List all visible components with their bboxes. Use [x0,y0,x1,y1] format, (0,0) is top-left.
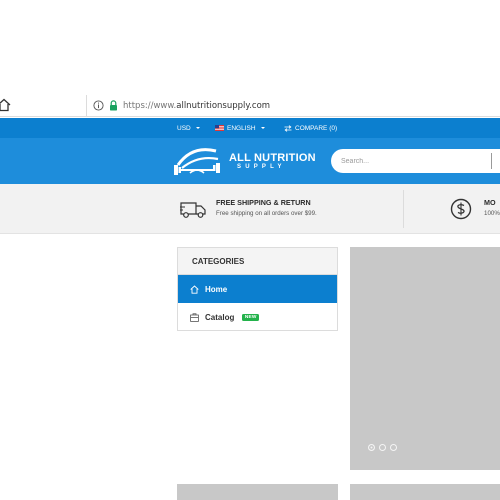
hero-carousel[interactable] [350,247,500,470]
info-icon[interactable] [93,100,104,111]
search-input[interactable] [331,149,481,173]
category-item-label: Catalog [205,312,235,322]
money-back-description: 100% [484,210,500,217]
site-header: ALL NUTRITION SUPPLY [0,138,500,184]
product-tile[interactable] [350,484,500,500]
home-icon[interactable] [0,98,11,112]
carousel-dots [368,444,397,451]
chevron-down-icon [195,127,200,129]
categories-panel: CATEGORIES Home Catalog NEW [177,247,338,331]
logo-title[interactable]: ALL NUTRITION [229,152,316,164]
compare-label: COMPARE (0) [295,124,338,132]
page: https://www. allnutritionsupply.com USD … [0,0,500,500]
categories-heading: CATEGORIES [178,248,337,275]
category-item-label: Home [205,284,228,294]
language-selector[interactable]: ENGLISH [215,118,265,138]
money-back-title: MO [484,198,496,207]
category-item-catalog[interactable]: Catalog NEW [178,303,337,331]
shipping-description: Free shipping on all orders over $99. [216,210,317,217]
category-item-home[interactable]: Home [178,275,337,303]
browser-address-bar: https://www. allnutritionsupply.com [0,95,500,117]
carousel-dot[interactable] [379,444,386,451]
logo-subtitle: SUPPLY [237,164,286,170]
compare-link[interactable]: COMPARE (0) [284,118,337,138]
home-icon [190,284,199,294]
new-badge: NEW [242,313,260,321]
language-label: ENGLISH [227,124,256,132]
dollar-coin-icon [450,198,472,220]
currency-label: USD [177,124,191,132]
url-host: allnutritionsupply.com [176,100,271,111]
currency-selector[interactable]: USD [177,118,200,138]
us-flag-icon [215,125,224,131]
chevron-down-icon [260,127,265,129]
search-divider [491,153,492,169]
url-scheme: https://www. [123,100,177,111]
carousel-dot[interactable] [368,444,375,451]
lock-icon [110,100,117,111]
url-field[interactable]: https://www. allnutritionsupply.com [86,95,500,116]
catalog-icon [190,312,199,322]
truck-icon [180,202,206,218]
compare-icon [284,124,292,132]
shipping-title: FREE SHIPPING & RETURN [216,198,311,207]
strip-divider [403,190,404,228]
logo-barbell-icon[interactable] [172,143,222,179]
product-tile[interactable] [177,484,338,500]
top-utility-bar: USD ENGLISH COMPARE (0) [0,118,500,138]
benefits-strip: FREE SHIPPING & RETURN Free shipping on … [0,184,500,234]
search-box [331,149,500,173]
carousel-dot[interactable] [390,444,397,451]
